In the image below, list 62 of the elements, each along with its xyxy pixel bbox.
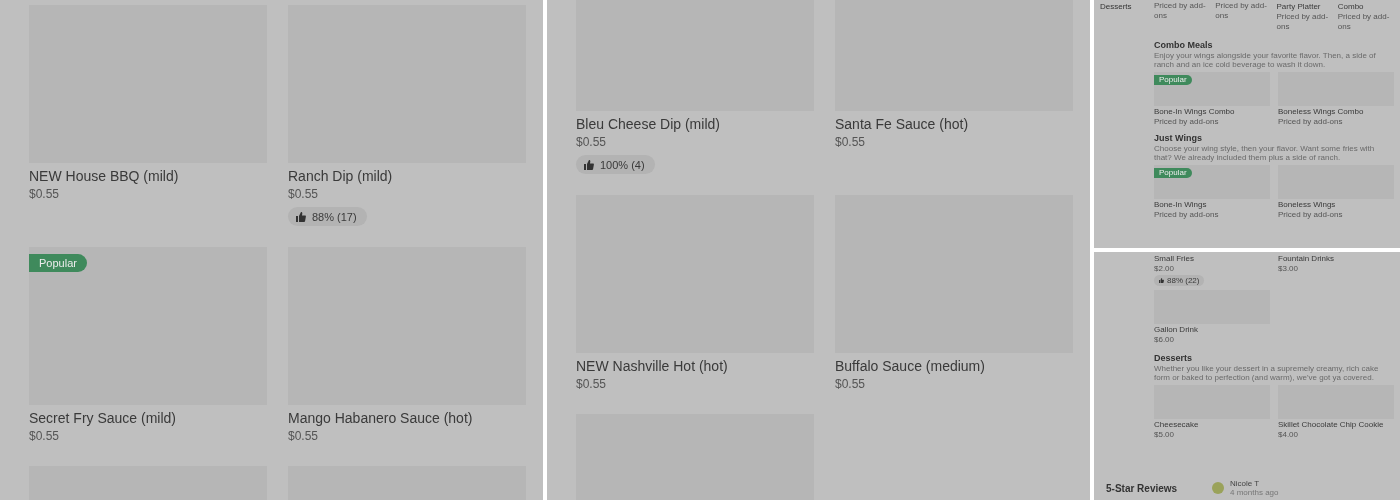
item-title[interactable]: Party Platter	[1276, 2, 1321, 12]
item-price: $0.55	[835, 376, 866, 393]
item-title[interactable]: Skillet Chocolate Chip Cookie	[1278, 420, 1384, 430]
item-price: $0.55	[576, 376, 607, 393]
item-price: Priced by add-ons	[1278, 210, 1343, 220]
item-title[interactable]: NEW Nashville Hot (hot)	[576, 356, 728, 376]
rating-text: 100% (4)	[600, 158, 645, 171]
sidebar-link[interactable]: Desserts	[1100, 2, 1154, 12]
reviews-heading: 5-Star Reviews	[1106, 482, 1179, 494]
item-title[interactable]: Secret Fry Sauce (mild)	[29, 408, 177, 428]
food-image-placeholder[interactable]	[1154, 72, 1270, 106]
item-price: Priced by add-ons	[1278, 117, 1343, 127]
item-price: $3.00	[1278, 264, 1299, 274]
item-price: $4.00	[1278, 430, 1299, 440]
section-heading: Just Wings	[1154, 133, 1203, 144]
item-price: Priced by add-ons	[1276, 12, 1330, 32]
item-title[interactable]: Ranch Dip (mild)	[288, 166, 393, 186]
reviewer-name: Nicole T	[1230, 479, 1261, 488]
item-price: $0.55	[29, 428, 60, 445]
item-price: $2.00	[1154, 264, 1175, 274]
thumbs-up-icon	[296, 211, 306, 222]
item-title[interactable]: Cheesecake	[1154, 420, 1199, 430]
section-heading: Desserts	[1154, 353, 1194, 364]
section-description: Whether you like your dessert in a supremely creamy, rich cake form or baked to perfection (and warm), we've got ya covered.	[1154, 364, 1380, 382]
avatar	[1212, 482, 1224, 494]
item-title[interactable]: Boneless Wings	[1278, 200, 1336, 210]
item-price: $0.55	[29, 186, 60, 203]
item-title[interactable]: Bleu Cheese Dip (mild)	[576, 114, 720, 134]
food-image-placeholder[interactable]	[29, 247, 267, 405]
section-heading: Combo Meals	[1154, 40, 1214, 51]
item-price: $6.00	[1154, 335, 1175, 345]
item-price: $0.55	[835, 134, 866, 151]
item-price: $0.55	[576, 134, 607, 151]
item-price: $0.55	[288, 428, 319, 445]
item-title[interactable]: NEW House BBQ (mild)	[29, 166, 179, 186]
item-price: Priced by add-ons	[1154, 1, 1207, 21]
thumbs-up-icon	[1159, 278, 1164, 283]
popular-badge: Popular	[1154, 168, 1192, 178]
food-image-placeholder[interactable]	[1154, 165, 1270, 199]
item-title[interactable]: Gallon Drink	[1154, 325, 1198, 335]
rating-text: 88% (22)	[1167, 276, 1200, 285]
item-title[interactable]: Santa Fe Sauce (hot)	[835, 114, 969, 134]
item-price: Priced by add-ons	[1154, 210, 1219, 220]
item-title[interactable]: Bone-In Wings	[1154, 200, 1207, 210]
item-title[interactable]: Boneless Wings Combo	[1278, 107, 1364, 117]
item-price: Priced by add-ons	[1154, 117, 1219, 127]
item-title[interactable]: Buffalo Sauce (medium)	[835, 356, 985, 376]
item-title[interactable]: Mango Habanero Sauce (hot)	[288, 408, 473, 428]
item-price: Priced by add-ons	[1215, 1, 1268, 21]
item-title[interactable]: Fountain Drinks	[1278, 254, 1335, 264]
rating-text: 88% (17)	[312, 210, 357, 223]
item-title[interactable]: Small Fries	[1154, 254, 1194, 264]
item-title[interactable]: Bone-In Wings Combo	[1154, 107, 1235, 117]
thumbs-up-icon	[584, 159, 594, 170]
item-title[interactable]: Combo	[1337, 2, 1364, 12]
item-price: $0.55	[288, 186, 319, 203]
section-description: Choose your wing style, then your flavor. Want some fries with that? We already included them plus a side of ranch.	[1154, 144, 1376, 162]
item-price: $5.00	[1154, 430, 1175, 440]
item-price: Priced by add-ons	[1337, 12, 1391, 32]
section-description: Enjoy your wings alongside your favorite flavor. Then, a side of ranch and an ice cold beverage to wash it down.	[1154, 51, 1377, 69]
popular-badge: Popular	[29, 254, 87, 272]
popular-badge: Popular	[1154, 75, 1192, 85]
